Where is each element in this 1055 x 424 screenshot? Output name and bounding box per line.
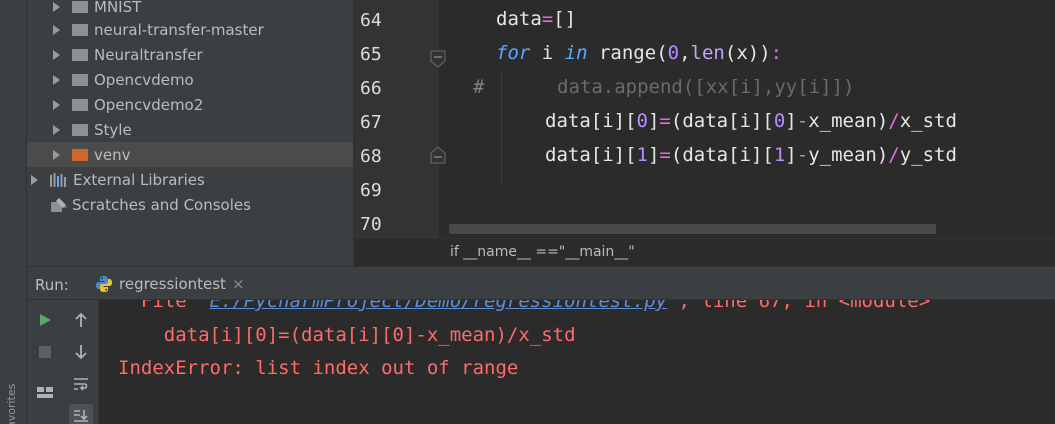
folder-icon: [72, 0, 88, 13]
tree-item-label: Style: [94, 120, 132, 139]
expand-arrow-icon[interactable]: [53, 24, 60, 35]
run-label: Run:: [35, 276, 69, 294]
tree-item-label: neural-transfer-master: [94, 20, 264, 39]
tree-item-style[interactable]: Style: [27, 117, 353, 142]
arrow-down-icon: [75, 345, 87, 360]
arrow-up-icon: [75, 312, 87, 327]
folder-icon: [72, 48, 88, 61]
favorites-label: avorites: [5, 384, 18, 424]
scroll-to-end-icon: [74, 410, 88, 422]
tree-item-external-libraries[interactable]: External Libraries: [27, 167, 353, 192]
scroll-up-button[interactable]: [69, 308, 93, 332]
project-tree: MNIST neural-transfer-master Neuraltrans…: [27, 0, 353, 266]
line-number: 64: [360, 10, 382, 31]
tab-regressiontest[interactable]: regressiontest ×: [87, 267, 253, 301]
breadcrumb[interactable]: if __name__ =="__main__": [450, 244, 635, 260]
scratches-icon: [51, 197, 67, 212]
soft-wrap-button[interactable]: [69, 372, 93, 396]
tree-item-label: venv: [94, 145, 131, 164]
indent-guide: [501, 74, 502, 184]
expand-arrow-icon[interactable]: [53, 1, 60, 12]
folder-icon: [72, 123, 88, 136]
fold-marker-icon[interactable]: [430, 146, 446, 164]
line-number: 67: [360, 112, 382, 133]
code-editor[interactable]: 64 65 66 67 68 69 70 data=[] for i in ra…: [353, 0, 1055, 238]
expand-arrow-icon[interactable]: [53, 124, 60, 135]
layout-icon: [37, 387, 53, 398]
tab-label: regressiontest: [119, 275, 226, 293]
line-number: 70: [360, 214, 382, 235]
scroll-down-button[interactable]: [69, 340, 93, 364]
tree-item-scratches-and-consoles[interactable]: Scratches and Consoles: [27, 192, 353, 217]
library-icon: [50, 172, 66, 187]
run-console[interactable]: File "E:/PycharmProject/Demo/regressiont…: [99, 300, 1055, 424]
layout-button[interactable]: [33, 380, 57, 404]
stop-button[interactable]: [33, 340, 57, 364]
left-tool-strip: avorites: [0, 0, 27, 424]
console-line-file: File "E:/PycharmProject/Demo/regressiont…: [118, 300, 930, 312]
file-link[interactable]: E:/PycharmProject/Demo/regressiontest.py: [210, 300, 668, 312]
expand-arrow-icon[interactable]: [31, 174, 38, 185]
run-toolbar: [27, 300, 99, 424]
horizontal-scrollbar[interactable]: [449, 224, 936, 234]
editor-gutter: 64 65 66 67 68 69 70: [354, 0, 446, 238]
fold-marker-icon[interactable]: [430, 50, 446, 68]
play-icon: [40, 314, 51, 326]
line-number: 69: [360, 180, 382, 201]
tree-item-venv[interactable]: venv: [27, 142, 353, 167]
breadcrumb-bar: if __name__ =="__main__": [353, 238, 1055, 266]
expand-arrow-icon[interactable]: [53, 99, 60, 110]
favorites-tab[interactable]: avorites: [3, 384, 19, 424]
folder-icon: [72, 73, 88, 86]
tree-item-opencvdemo[interactable]: Opencvdemo: [27, 67, 353, 92]
code-line-68[interactable]: data[i][1]=(data[i][1]-y_mean)/y_std: [545, 144, 957, 174]
tree-item-label: Opencvdemo: [94, 70, 194, 89]
line-number: 65: [360, 44, 382, 65]
folder-icon: [72, 23, 88, 36]
tree-item-neuraltransfer[interactable]: Neuraltransfer: [27, 42, 353, 67]
line-number: 68: [360, 146, 382, 167]
code-line-65[interactable]: for i in range(0,len(x)):: [496, 42, 782, 72]
scroll-to-end-button[interactable]: [69, 404, 93, 424]
python-icon: [96, 276, 112, 292]
console-line-code: data[i][0]=(data[i][0]-x_mean)/x_std: [118, 324, 576, 346]
tree-item-label: MNIST: [94, 0, 142, 16]
run-panel-header: Run: regressiontest ×: [27, 266, 1055, 300]
tree-item-label: Opencvdemo2: [94, 95, 204, 114]
folder-icon: [72, 98, 88, 111]
code-line-67[interactable]: data[i][0]=(data[i][0]-x_mean)/x_std: [545, 110, 957, 140]
tree-item-label: Neuraltransfer: [94, 45, 203, 64]
expand-arrow-icon[interactable]: [53, 149, 60, 160]
expand-arrow-icon[interactable]: [53, 74, 60, 85]
tree-item-opencvdemo2[interactable]: Opencvdemo2: [27, 92, 353, 117]
folder-icon: [72, 148, 88, 161]
rerun-button[interactable]: [33, 308, 57, 332]
tree-item-label: Scratches and Consoles: [72, 195, 251, 214]
stop-icon: [39, 346, 51, 358]
code-line-64[interactable]: data=[]: [496, 8, 576, 38]
close-icon[interactable]: ×: [232, 275, 245, 293]
console-line-error: IndexError: list index out of range: [118, 357, 519, 379]
line-number: 66: [360, 78, 382, 99]
tree-item-label: External Libraries: [73, 170, 205, 189]
expand-arrow-icon[interactable]: [53, 49, 60, 60]
tree-item-neural-transfer-master[interactable]: neural-transfer-master: [27, 17, 353, 42]
soft-wrap-icon: [74, 378, 88, 391]
comment-marker: #: [473, 76, 485, 98]
code-line-66[interactable]: data.append([xx[i],yy[i]]): [557, 76, 854, 106]
